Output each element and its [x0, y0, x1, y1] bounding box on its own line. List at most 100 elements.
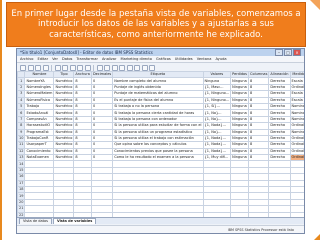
grid-cell[interactable]: Si trabaja la persona cierta cantidad de… [112, 109, 204, 117]
grid-cell[interactable]: Numérico [53, 90, 75, 98]
title-bar: *Sin título1 [ConjuntoDatos0] - Editor d… [17, 49, 304, 56]
view-tabs: Vista de datos Vista de variables [17, 217, 304, 224]
menu-item[interactable]: Editar [37, 57, 48, 61]
menu-item[interactable]: Utilidades [175, 57, 193, 61]
grid-cell[interactable]: Ninguna [230, 115, 250, 124]
grid-cell[interactable]: Ninguna [230, 128, 250, 136]
grid-cell[interactable]: Ninguna [230, 90, 250, 98]
column-header[interactable]: Decimales [90, 71, 114, 79]
grid-cell[interactable]: Ordinal [289, 147, 304, 156]
column-header[interactable]: Perdidos [230, 71, 250, 79]
menu-item[interactable]: Transformar [76, 57, 98, 61]
grid-cell[interactable]: Numérico [53, 154, 75, 162]
grid-cell[interactable]: Ninguna [230, 147, 250, 156]
value-labels-icon[interactable] [141, 64, 148, 71]
find-icon[interactable] [96, 64, 103, 71]
insert-cases-icon[interactable] [104, 64, 110, 71]
grid-cell[interactable]: Ninguna [230, 77, 250, 85]
grid-cell[interactable]: Escala [289, 90, 304, 98]
redo-icon[interactable] [62, 64, 68, 71]
grid-cell[interactable]: {1, Muy difí... [202, 154, 232, 162]
grid-cell[interactable]: Nominal [289, 109, 304, 117]
grid-cell[interactable]: Ninguna [230, 134, 250, 143]
goto-case-icon[interactable] [69, 64, 76, 71]
grid-cell[interactable]: {1, Ninguno... [202, 96, 232, 104]
save-icon[interactable] [27, 64, 34, 71]
grid-cell[interactable]: Conocimiento [24, 147, 55, 156]
menu-item[interactable]: Analizar [102, 57, 117, 61]
close-button[interactable]: × [293, 49, 301, 56]
grid-cell[interactable]: Numérico [53, 109, 75, 117]
menu-item[interactable]: Ventana [197, 57, 212, 61]
variable-table: Nombre Tipo Anchura Decimales Etiqueta Valore… [17, 71, 304, 217]
grid-cell[interactable]: Escala [289, 77, 304, 85]
maximize-button[interactable]: □ [284, 49, 292, 56]
spss-window: *Sin título1 [ConjuntoDatos0] - Editor d… [16, 48, 305, 234]
grid-cell[interactable]: Numérico [53, 147, 75, 156]
grid-cell[interactable]: Si la persona utiliza para estudiar de f… [112, 122, 204, 130]
grid-cell[interactable]: Numérico [53, 122, 75, 130]
corner-decoration-bottom [314, 234, 320, 240]
grid-cell[interactable]: NúmeroFisica [24, 96, 55, 104]
minimize-button[interactable]: – [275, 49, 283, 56]
grid-cell[interactable]: Escala [289, 96, 304, 104]
grid-cell[interactable]: Numérico [53, 128, 75, 136]
column-header[interactable]: Medida [289, 71, 304, 79]
open-file-icon[interactable] [20, 64, 26, 71]
weight-cases-icon[interactable] [126, 64, 133, 71]
use-sets-icon[interactable] [149, 64, 155, 71]
variable-view-grid: Nombre Tipo Anchura Decimales Etiqueta Valore… [17, 71, 304, 217]
grid-cell[interactable]: Ninguna [230, 141, 250, 149]
menu-item[interactable]: Ver [52, 57, 58, 61]
grid-cell[interactable]: Ninguna [230, 154, 250, 162]
grid-cell[interactable]: Ninguna [230, 109, 250, 117]
dialog-recall-icon[interactable] [42, 64, 49, 71]
split-file-icon[interactable] [119, 64, 125, 71]
grid-cell[interactable]: Conocimientos previos que posee la perso… [112, 147, 204, 156]
goto-variable-icon[interactable] [77, 64, 83, 71]
select-cases-icon[interactable] [134, 64, 140, 71]
column-header[interactable]: Alineación [268, 71, 291, 79]
grid-cell[interactable]: Nominal [289, 128, 304, 136]
grid-cell[interactable]: Numérico [53, 115, 75, 124]
grid-cell[interactable]: NúmeroMatem [24, 90, 55, 98]
menu-item[interactable]: Marketing directo [120, 57, 152, 61]
grid-cell[interactable]: Numérico [53, 83, 75, 92]
selected-cell[interactable]: Ordinal [289, 154, 304, 162]
grid-cell[interactable]: Si la persona utiliza un programa estadí… [112, 128, 204, 136]
grid-cell[interactable]: Nominal [289, 115, 304, 124]
grid-cell[interactable]: Numérico [53, 141, 75, 149]
grid-cell[interactable]: Ordinal [289, 141, 304, 149]
grid-cell[interactable]: Nominal [289, 102, 304, 111]
grid-cell[interactable]: Numérico [53, 96, 75, 104]
menu-item[interactable]: Gráficos [156, 57, 171, 61]
menu-item[interactable]: Ayuda [215, 57, 226, 61]
variables-icon[interactable] [84, 64, 91, 71]
grid-cell[interactable]: Ninguna [230, 122, 250, 130]
menu-bar: Archivo Editar Ver Datos Transformar Analizar… [17, 56, 304, 63]
grid-cell[interactable]: Ordinal [289, 83, 304, 92]
grid-cell[interactable]: Numérico [53, 134, 75, 143]
grid-cell[interactable]: Ninguna [230, 83, 250, 92]
grid-cell[interactable]: Como le ha resultado el examen a la pers… [112, 154, 204, 162]
column-header[interactable]: Columnas [248, 71, 270, 79]
grid-cell[interactable]: Ordinal [289, 122, 304, 130]
menu-item[interactable]: Datos [62, 57, 72, 61]
grid-cell[interactable]: HorasestudiO [24, 122, 55, 130]
grid-cell[interactable]: {1, Ninguno... [202, 90, 232, 98]
grid-cell[interactable]: Ordinal [289, 134, 304, 143]
grid-cell[interactable]: Ninguna [230, 96, 250, 104]
grid-cell[interactable]: Numérico [53, 102, 75, 111]
print-icon[interactable] [35, 64, 41, 71]
grid-cell[interactable]: Numérico [53, 77, 75, 85]
tab-data-view[interactable]: Vista de datos [19, 218, 52, 224]
tab-variable-view[interactable]: Vista de variables [52, 218, 97, 224]
column-header[interactable]: Anchura [73, 71, 92, 79]
undo-icon[interactable] [54, 64, 61, 71]
window-title: *Sin título1 [ConjuntoDatos0] - Editor d… [20, 50, 153, 55]
grid-cell[interactable]: Ninguna [230, 102, 250, 111]
menu-item[interactable]: Archivo [20, 57, 33, 61]
grid-cell[interactable]: Si la persona utiliza el trabajo con est… [112, 134, 204, 143]
grid-cell[interactable]: NúmeroIngles [24, 83, 55, 92]
insert-variable-icon[interactable] [111, 64, 118, 71]
